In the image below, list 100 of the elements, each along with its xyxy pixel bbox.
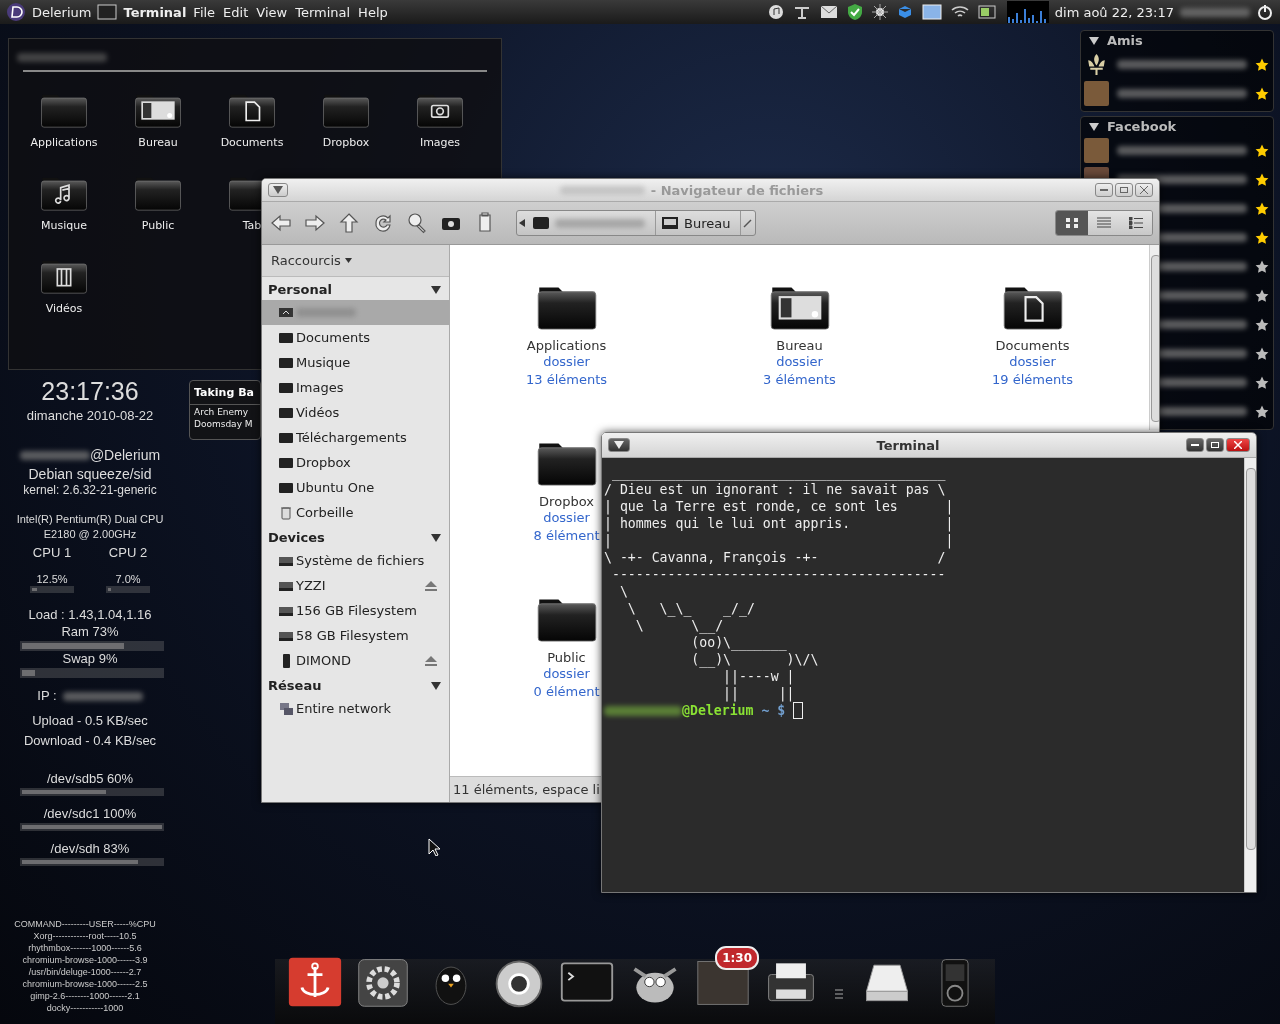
- close-button[interactable]: [1226, 438, 1250, 452]
- path-left-button[interactable]: [517, 217, 527, 229]
- sidebar-mode-dropdown[interactable]: Raccourcis: [262, 245, 449, 277]
- star-icon[interactable]: [1255, 317, 1269, 332]
- clock-label[interactable]: dim aoû 22, 23:17: [1054, 4, 1174, 20]
- eject-icon[interactable]: [425, 580, 437, 591]
- star-icon[interactable]: [1255, 201, 1269, 216]
- sidebar-item[interactable]: Système de fichiers: [262, 548, 449, 573]
- expander-icon[interactable]: [1089, 36, 1099, 45]
- picture-icon[interactable]: [921, 4, 942, 20]
- folder-label[interactable]: Public: [141, 219, 175, 232]
- star-icon[interactable]: [1255, 404, 1269, 419]
- sidebar-item-label: Téléchargements: [296, 430, 408, 445]
- pencil-icon: [743, 218, 754, 228]
- star-icon[interactable]: [1255, 57, 1269, 72]
- sidebar-item[interactable]: Vidéos: [262, 400, 449, 425]
- shield-check-icon[interactable]: [846, 3, 863, 21]
- sidebar-item[interactable]: [262, 300, 449, 325]
- camera-home-icon: [533, 217, 549, 229]
- close-icon: [1234, 441, 1242, 449]
- sidebar-section-title[interactable]: Devices: [268, 530, 325, 545]
- sun-burst-icon[interactable]: [871, 4, 888, 20]
- vertical-scrollbar[interactable]: [1149, 245, 1159, 430]
- folder-label[interactable]: Images: [419, 136, 461, 149]
- eject-icon[interactable]: [425, 655, 437, 666]
- terminal-line: \ \_\_ _/_/: [626, 600, 755, 617]
- sidebar-item[interactable]: Entire network: [262, 696, 449, 721]
- expander-icon[interactable]: [273, 186, 283, 194]
- sidebar-item[interactable]: Images: [262, 375, 449, 400]
- vertical-scrollbar[interactable]: [1244, 458, 1256, 892]
- minimize-button[interactable]: [1186, 438, 1204, 452]
- sidebar-item[interactable]: Musique: [262, 350, 449, 375]
- file-name[interactable]: Bureau: [776, 338, 823, 354]
- terminal-line: (__)\ )\/\: [690, 651, 819, 668]
- sidebar-item[interactable]: 156 GB Filesystem: [262, 598, 449, 623]
- expander-icon[interactable]: [431, 285, 441, 294]
- sidebar-section-title[interactable]: Réseau: [268, 678, 322, 693]
- sidebar-section-title[interactable]: Personal: [268, 282, 332, 297]
- group-name[interactable]: Facebook: [1107, 119, 1177, 134]
- group-name[interactable]: Amis: [1107, 33, 1143, 48]
- terminal-line: | hommes qui le lui ont appris. |: [604, 515, 954, 532]
- sidebar-item[interactable]: Dropbox: [262, 450, 449, 475]
- star-icon[interactable]: [1255, 172, 1269, 187]
- folder-label[interactable]: Musique: [41, 219, 87, 232]
- cpu-model-text: Intel(R) Pentium(R) Dual CPU: [16, 512, 164, 527]
- expander-icon[interactable]: [614, 441, 624, 449]
- menu-item[interactable]: Help: [357, 4, 389, 20]
- expander-icon[interactable]: [1089, 122, 1099, 131]
- file-name[interactable]: Public: [547, 650, 586, 666]
- folder-label[interactable]: Vidéos: [45, 302, 83, 315]
- menu-item[interactable]: File: [192, 4, 217, 20]
- star-icon[interactable]: [1255, 259, 1269, 274]
- envelope-icon[interactable]: [819, 5, 838, 19]
- terminal-line: \: [618, 583, 628, 600]
- folder-label[interactable]: Documents: [220, 136, 284, 149]
- wifi-signal-icon[interactable]: [950, 4, 969, 20]
- sidebar-item[interactable]: YZZI: [262, 573, 449, 598]
- music-note-icon[interactable]: [767, 4, 784, 20]
- sidebar-item[interactable]: Corbeille: [262, 500, 449, 525]
- star-icon[interactable]: [1255, 375, 1269, 390]
- distro-logo-icon[interactable]: [6, 2, 26, 22]
- sidebar-item[interactable]: Téléchargements: [262, 425, 449, 450]
- folder-label[interactable]: Bureau: [138, 136, 178, 149]
- maximize-button[interactable]: [1206, 438, 1224, 452]
- icon-view-button[interactable]: [1056, 211, 1088, 235]
- battery-icon[interactable]: [977, 4, 998, 20]
- close-button[interactable]: [1135, 183, 1153, 197]
- star-icon[interactable]: [1255, 143, 1269, 158]
- window-menu-button[interactable]: [268, 183, 288, 197]
- memory-text: Ram 73%: [61, 624, 119, 641]
- expander-icon[interactable]: [431, 681, 441, 690]
- menu-item[interactable]: Terminal: [294, 4, 352, 20]
- file-name[interactable]: Applications: [526, 338, 607, 354]
- process-line: COMMAND---------USER-----%CPU: [14, 918, 156, 930]
- star-icon[interactable]: [1255, 86, 1269, 101]
- window-menu-button[interactable]: [608, 438, 630, 452]
- sidebar-item[interactable]: 58 GB Filesystem: [262, 623, 449, 648]
- sidebar-item-label: Dropbox: [296, 455, 352, 470]
- expander-icon[interactable]: [431, 533, 441, 542]
- active-app-name[interactable]: Terminal: [123, 4, 187, 20]
- star-icon[interactable]: [1255, 346, 1269, 361]
- star-icon[interactable]: [1255, 230, 1269, 245]
- file-name[interactable]: Dropbox: [539, 494, 594, 510]
- star-icon[interactable]: [1255, 288, 1269, 303]
- list-view-button[interactable]: [1120, 211, 1152, 235]
- avatar-photo-placeholder: [1084, 81, 1109, 106]
- sidebar-item[interactable]: DIMOND: [262, 648, 449, 673]
- file-name[interactable]: Documents: [995, 338, 1070, 354]
- clock-time: 23:17:36: [41, 376, 139, 407]
- folder-label[interactable]: Tab: [242, 219, 262, 232]
- folder-label[interactable]: Dropbox: [322, 136, 370, 149]
- power-icon[interactable]: [1256, 3, 1274, 21]
- menu-item[interactable]: View: [255, 4, 289, 20]
- sidebar-item[interactable]: Ubuntu One: [262, 475, 449, 500]
- box-icon[interactable]: [896, 4, 913, 20]
- sidebar-item[interactable]: Documents: [262, 325, 449, 350]
- menu-item[interactable]: Edit: [222, 4, 250, 20]
- folder-label[interactable]: Applications: [30, 136, 98, 149]
- disk-usage-text: /dev/sdh 83%: [50, 841, 130, 859]
- load-text: Load : 1.43,1.04,1.16: [28, 607, 152, 625]
